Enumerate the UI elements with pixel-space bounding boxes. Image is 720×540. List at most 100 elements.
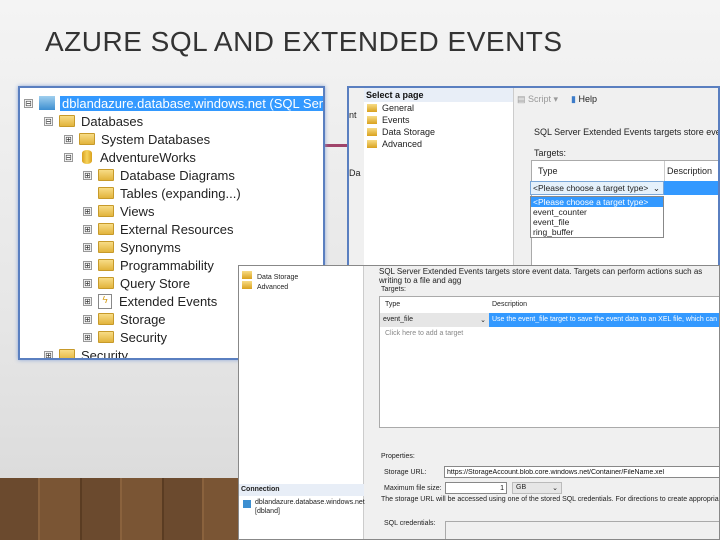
max-file-size-label: Maximum file size: [384,485,442,492]
page-advanced[interactable]: Advanced [364,138,513,150]
max-file-size-input[interactable] [445,482,507,494]
expand-icon[interactable]: ⊞ [83,260,92,270]
page-label: Data Storage [257,274,299,281]
size-unit-select[interactable]: GB ⌄ [512,482,562,494]
tree-node-synonyms[interactable]: ⊞ Synonyms [83,238,181,256]
node-label: AdventureWorks [100,149,196,165]
page-selector: Select a page General Events Data Storag… [364,88,514,268]
tree-node-tables[interactable]: Tables (expanding...) [83,184,241,202]
page-icon [367,140,377,148]
option[interactable]: event_file [531,217,663,227]
extended-events-icon: ϟ [98,293,112,309]
col-description: Description [667,166,713,176]
node-label: Views [120,203,155,219]
expand-icon[interactable]: ⊞ [83,224,92,234]
folder-icon [98,223,114,235]
node-label: Security [81,347,128,360]
tree-node-db-security[interactable]: ⊞ Security [83,328,167,346]
folder-icon [98,169,114,181]
properties-label: Properties: [381,453,415,460]
target-type-combo[interactable]: event_file ⌄ [380,313,489,327]
sql-credentials-field[interactable] [445,521,719,539]
tree-node-query-store[interactable]: ⊞ Query Store [83,274,190,292]
combo-value: <Please choose a target type> [533,183,649,193]
expand-icon[interactable]: ⊞ [83,332,92,342]
script-button[interactable]: ▤ Script ▾ [517,94,558,105]
page-data-storage[interactable]: Data Storage [364,126,513,138]
page-icon [242,281,252,289]
new-session-dialog-targets: nt Da Select a page General Events Data … [347,86,720,270]
folder-icon [98,241,114,253]
node-label: Extended Events [119,293,218,309]
node-label: Storage [120,311,166,327]
connector-line [325,144,349,147]
col-description: Description [492,301,528,308]
folder-icon [98,205,114,217]
folder-icon [59,115,75,127]
collapse-icon[interactable]: ⊟ [64,152,73,162]
option[interactable]: ring_buffer [531,227,663,237]
collapse-icon[interactable]: ⊟ [24,98,33,108]
tree-node-extended-events[interactable]: ⊞ ϟ Extended Events [83,292,217,310]
expand-icon[interactable]: ⊞ [83,206,92,216]
tree-node-storage[interactable]: ⊞ Storage [83,310,166,328]
expand-icon[interactable]: ⊞ [64,134,73,144]
tree-node-external-resources[interactable]: ⊞ External Resources [83,220,233,238]
folder-icon [59,349,75,358]
select-page-header: Select a page [364,88,513,102]
add-target-row[interactable]: Click here to add a target [385,330,463,337]
node-label: Query Store [120,275,191,291]
page-advanced[interactable]: Advanced [242,281,288,291]
node-label: Synonyms [120,239,181,255]
page-label: Advanced [382,139,423,149]
targets-label: Targets: [534,148,567,158]
connection-value: dblandazure.database.windows.net [dbland… [255,499,365,515]
tree-node-adventureworks[interactable]: ⊟ AdventureWorks [64,148,196,166]
expand-icon[interactable]: ⊞ [83,242,92,252]
script-label: Script [528,94,552,104]
tree-node-security[interactable]: ⊞ Security [44,346,128,360]
script-icon: ▤ [517,94,529,104]
tree-node-databases[interactable]: ⊟ Databases [44,112,143,130]
page-data-storage[interactable]: Data Storage [242,271,298,281]
collapse-icon[interactable]: ⊟ [44,116,53,126]
storage-url-input[interactable] [444,466,719,478]
node-label: External Resources [120,221,234,237]
node-label: Databases [81,113,144,129]
tree-node-database-diagrams[interactable]: ⊞ Database Diagrams [83,166,235,184]
target-type-list: <Please choose a target type> event_coun… [530,196,664,238]
connection-header: Connection [239,484,364,496]
page-general[interactable]: General [364,102,513,114]
col-type: Type [538,166,558,176]
help-label: Help [578,94,597,104]
page-events[interactable]: Events [364,114,513,126]
option[interactable]: event_counter [531,207,663,217]
intro-text: SQL Server Extended Events targets store… [379,267,703,285]
target-type-combo[interactable]: <Please choose a target type> ⌄ [530,181,664,195]
tree-node-views[interactable]: ⊞ Views [83,202,154,220]
expand-icon[interactable]: ⊞ [83,170,92,180]
expand-icon[interactable]: ⊞ [83,314,92,324]
combo-value: event_file [383,316,413,323]
tree-node-server[interactable]: ⊟ dblandazure.database.windows.net (SQL S… [24,94,323,112]
server-icon [243,500,251,508]
node-label: System Databases [101,131,211,147]
page-label: Advanced [257,284,289,291]
tree-node-system-databases[interactable]: ⊞ System Databases [64,130,210,148]
folder-icon [98,187,114,199]
database-icon [82,150,92,164]
tree-node-programmability[interactable]: ⊞ Programmability [83,256,214,274]
folder-icon [98,277,114,289]
col-type: Type [385,301,401,308]
page-icon [367,116,377,124]
page-selector: Data Storage Advanced Connection dblanda… [239,266,365,539]
page-icon [367,128,377,136]
expand-icon[interactable]: ⊞ [83,278,92,288]
slide-title: AZURE SQL AND EXTENDED EVENTS [45,26,563,57]
page-icon [367,104,377,112]
expand-icon[interactable]: ⊞ [44,350,53,358]
help-button[interactable]: ▮ Help [571,94,597,105]
page-label: Data Storage [382,127,436,137]
option[interactable]: <Please choose a target type> [531,197,663,207]
expand-icon[interactable]: ⊞ [83,296,92,306]
